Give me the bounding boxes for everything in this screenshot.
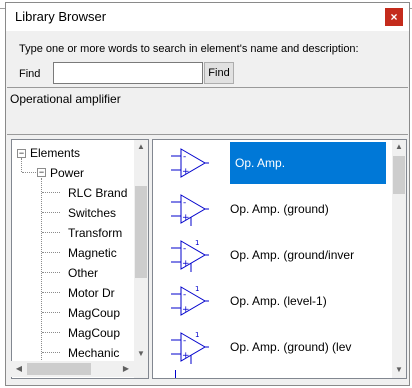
search-instructions: Type one or more words to search in elem…: [19, 43, 359, 55]
tree-horizontal-scrollbar[interactable]: ◀ ▶: [11, 361, 134, 377]
tree-item-power[interactable]: Power: [50, 166, 84, 180]
svg-text:1: 1: [195, 239, 199, 247]
close-icon: ×: [390, 10, 398, 24]
svg-text:1: 1: [195, 331, 199, 339]
svg-text:+: +: [182, 259, 190, 269]
svg-text:-: -: [183, 244, 186, 254]
tree-item-other[interactable]: Other: [68, 266, 98, 280]
description-text: Operational amplifier: [10, 92, 121, 106]
scroll-right-icon[interactable]: ▶: [119, 364, 133, 373]
opamp-ground-level-icon: - + 1: [171, 331, 209, 364]
opamp-ground-inverting-icon: - + 1: [171, 239, 209, 272]
tree-line: [41, 178, 42, 362]
scroll-up-icon[interactable]: ▲: [134, 142, 148, 151]
list-item-label: Op. Amp. (level-1): [230, 294, 327, 308]
window-title: Library Browser: [15, 9, 107, 24]
tree-item-magnetic[interactable]: Magnetic: [68, 246, 117, 260]
tree-line: [22, 172, 36, 173]
scroll-down-icon[interactable]: ▼: [392, 365, 406, 374]
scroll-down-icon[interactable]: ▼: [134, 349, 148, 358]
tree-item-switches[interactable]: Switches: [68, 206, 116, 220]
collapse-elements-icon[interactable]: −: [17, 149, 26, 158]
svg-text:1: 1: [195, 285, 199, 293]
tree-scroll-thumb[interactable]: [135, 186, 147, 278]
list-item[interactable]: - + 1 Op. Amp. (ground/inver: [153, 232, 389, 278]
tree-line: [42, 232, 60, 233]
svg-text:+: +: [182, 213, 190, 223]
opamp-ground-icon: - +: [171, 194, 209, 226]
list-item[interactable]: - + Op. Amp.: [153, 140, 389, 186]
list-item-label: Op. Amp. (ground) (lev: [230, 340, 352, 354]
tree-line: [42, 292, 60, 293]
list-item-label: Op. Amp.: [235, 156, 286, 170]
scroll-left-icon[interactable]: ◀: [12, 364, 26, 373]
tree-item-rlc-brand[interactable]: RLC Brand: [68, 186, 127, 200]
tree-item-magcoup-1[interactable]: MagCoup: [68, 306, 120, 320]
list-item[interactable]: - + 1 Op. Amp. (level-1): [153, 278, 389, 324]
element-tree[interactable]: − Elements − Power RLC Brand Switches Tr…: [11, 139, 149, 379]
svg-text:-: -: [183, 152, 186, 162]
collapse-power-icon[interactable]: −: [37, 168, 46, 177]
tree-vertical-scrollbar[interactable]: ▲ ▼: [134, 140, 148, 362]
list-item-partial: [153, 370, 389, 378]
list-item-label: Op. Amp. (ground): [230, 202, 329, 216]
list-item[interactable]: - + 1 Op. Amp. (ground) (lev: [153, 324, 389, 370]
tree-item-magcoup-2[interactable]: MagCoup: [68, 326, 120, 340]
svg-text:-: -: [183, 336, 186, 346]
find-button[interactable]: Find: [204, 62, 234, 84]
tree-hscroll-thumb[interactable]: [27, 363, 91, 375]
list-scroll-thumb[interactable]: [393, 156, 405, 194]
tree-line: [42, 272, 60, 273]
find-label: Find: [19, 68, 41, 80]
tree-item-transform[interactable]: Transform: [68, 226, 122, 240]
list-item[interactable]: - + Op. Amp. (ground): [153, 186, 389, 232]
svg-text:-: -: [183, 290, 186, 300]
find-input[interactable]: [53, 62, 203, 84]
opamp-level1-icon: - + 1: [171, 285, 209, 316]
list-item-label: Op. Amp. (ground/inver: [230, 248, 355, 262]
tree-item-elements[interactable]: Elements: [30, 146, 80, 160]
svg-text:+: +: [182, 305, 190, 315]
list-vertical-scrollbar[interactable]: ▲ ▼: [392, 140, 406, 378]
tree-line: [42, 192, 60, 193]
element-description: Operational amplifier: [7, 87, 408, 135]
svg-text:+: +: [182, 351, 190, 361]
scroll-up-icon[interactable]: ▲: [392, 142, 406, 151]
title-bar[interactable]: Library Browser ×: [6, 3, 409, 31]
tree-line: [42, 252, 60, 253]
svg-text:+: +: [182, 167, 190, 177]
tree-line: [42, 352, 60, 353]
tree-line: [42, 212, 60, 213]
tree-line: [21, 158, 22, 172]
opamp-icon: - +: [171, 148, 209, 178]
library-browser-window: Library Browser × Type one or more words…: [5, 2, 410, 386]
tree-item-motor-dr[interactable]: Motor Dr: [68, 286, 115, 300]
tree-line: [42, 312, 60, 313]
tree-line: [42, 332, 60, 333]
close-button[interactable]: ×: [385, 8, 403, 26]
tree-item-mechanic[interactable]: Mechanic: [68, 346, 119, 360]
element-list[interactable]: - + Op. Amp. - + Op. Amp. (ground) - + 1…: [152, 139, 407, 379]
scroll-corner: [134, 362, 148, 378]
svg-text:-: -: [183, 198, 186, 208]
